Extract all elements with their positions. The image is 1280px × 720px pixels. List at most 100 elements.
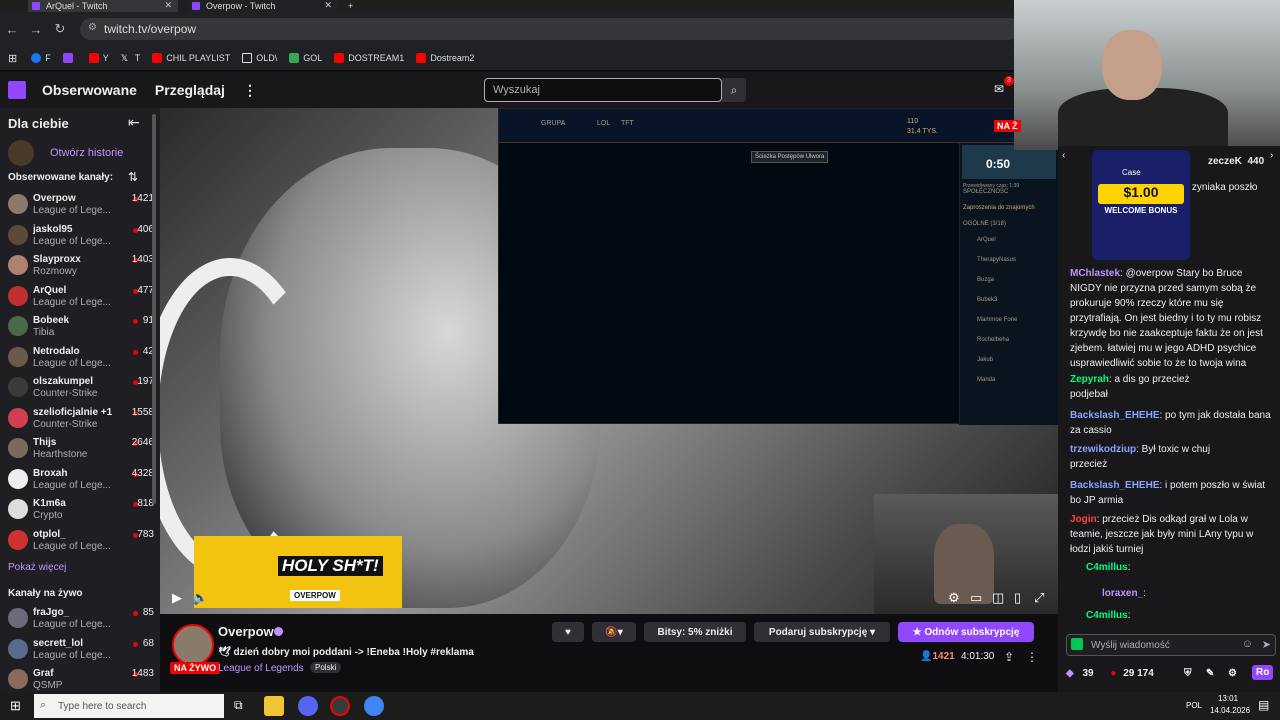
bookmark-y[interactable]: Y	[88, 53, 109, 63]
inbox-icon[interactable]: ✉	[994, 82, 1004, 96]
share-icon[interactable]: ⇪	[1004, 650, 1014, 664]
chat-send-button[interactable]: Ro	[1252, 665, 1274, 680]
new-tab-button[interactable]: +	[344, 0, 364, 12]
gear-icon[interactable]: ⚙	[1228, 668, 1237, 679]
search-icon: ⌕	[40, 699, 47, 711]
volume-icon[interactable]: 🔈	[192, 590, 208, 606]
chrome-icon[interactable]	[364, 696, 384, 716]
pen-icon[interactable]: ✎	[1206, 668, 1214, 679]
send-icon[interactable]: ➤	[1262, 638, 1271, 651]
chat-username[interactable]: loraxen_	[1102, 588, 1143, 599]
shield-icon[interactable]: ⛨	[1184, 668, 1192, 679]
bookmark-old[interactable]: OLD\	[242, 53, 277, 63]
taskbar-search-input[interactable]: ⌕ Type here to search	[34, 694, 224, 718]
sidebar-channel[interactable]: Thijs Hearthstone 2646	[8, 434, 154, 462]
channel-game: Counter-Strike	[33, 418, 98, 430]
windows-start-icon[interactable]: ⊞	[10, 698, 21, 714]
sidebar-channel[interactable]: fraJgo_ League of Lege... 85	[8, 604, 154, 632]
chat-username[interactable]: Jogin	[1070, 514, 1097, 525]
bits-discount-button[interactable]: Bitsy: 5% zniżki	[644, 622, 746, 642]
chat-username[interactable]: C4millus	[1086, 562, 1128, 573]
streamer-avatar[interactable]	[172, 624, 214, 666]
chat-username[interactable]: MChlastek	[1070, 268, 1120, 279]
apps-grid-icon[interactable]: ⊞	[8, 52, 17, 65]
bookmark-f[interactable]: F	[31, 53, 51, 63]
follow-heart-button[interactable]: ♥	[552, 622, 584, 642]
close-tab-icon[interactable]: ✕	[164, 0, 172, 11]
sidebar-scrollbar[interactable]	[152, 114, 156, 504]
clip-icon[interactable]: ◫	[992, 590, 1004, 606]
video-player[interactable]: GRUPA LOL TFT 110 31,4 TYS. Ścieżka Post…	[160, 108, 1058, 614]
browser-tab-arquel[interactable]: ArQuel - Twitch ✕	[28, 0, 178, 12]
chat-username[interactable]: trzewikodziup	[1070, 444, 1136, 455]
sidebar-channel[interactable]: olszakumpel Counter-Strike 197	[8, 373, 154, 401]
more-options-icon[interactable]: ⋮	[1026, 650, 1038, 664]
bookmark-dostream2[interactable]: Dostream2	[416, 53, 474, 63]
nav-following[interactable]: Obserwowane	[42, 82, 137, 98]
back-icon[interactable]: ←	[0, 22, 24, 37]
close-tab-icon[interactable]: ✕	[324, 0, 332, 11]
lol-rp: 31,4 TYS.	[907, 128, 939, 135]
tag-language[interactable]: Polski	[310, 662, 342, 673]
play-icon[interactable]: ▶	[172, 590, 182, 606]
sidebar-channel[interactable]: Bobeek Tibia 91	[8, 312, 154, 340]
sidebar-channel[interactable]: Slayproxx Rozmowy 1403	[8, 251, 154, 279]
sort-icon[interactable]: ⇅	[128, 170, 138, 184]
settings-icon[interactable]: ⚙	[948, 590, 960, 606]
sidebar-toggle-icon[interactable]: ▯	[1014, 590, 1021, 606]
gift-sub-button[interactable]: Podaruj subskrypcję ▾	[754, 622, 890, 642]
emote-icon[interactable]: ☺	[1242, 638, 1253, 650]
channel-points[interactable]: 29 174	[1123, 668, 1154, 679]
theatre-mode-icon[interactable]: ▭	[970, 590, 982, 606]
browser-tab-overpow[interactable]: Overpow - Twitch ✕	[188, 0, 338, 12]
forward-icon[interactable]: →	[24, 22, 48, 37]
bookmark-gol[interactable]: GOL	[289, 53, 322, 63]
bookmark-chil-playlist[interactable]: CHIL PLAYLIST	[152, 53, 230, 63]
twitch-logo-icon[interactable]	[8, 81, 26, 99]
url-field[interactable]: ⚙ twitch.tv/overpow	[80, 18, 1020, 40]
notifications-toggle[interactable]: 🔕▾	[592, 622, 636, 642]
sidebar-channel[interactable]: Overpow League of Lege... 1421	[8, 190, 154, 218]
chat-username[interactable]: Backslash_EHEHE	[1070, 410, 1160, 421]
sidebar-channel[interactable]: ArQuel League of Lege... 477	[8, 282, 154, 310]
stream-game-link[interactable]: League of Legends	[218, 663, 304, 674]
nav-browse[interactable]: Przeglądaj	[155, 82, 225, 98]
show-more-link[interactable]: Pokaż więcej	[8, 562, 66, 573]
search-input[interactable]: Wyszukaj	[484, 78, 722, 102]
sidebar-channel[interactable]: secrett_lol League of Lege... 68	[8, 635, 154, 663]
task-view-icon[interactable]: ⧉	[234, 698, 243, 713]
bookmark-twitch[interactable]	[62, 53, 77, 63]
chat-input[interactable]: Wyślij wiadomość ☺ ➤	[1066, 634, 1276, 656]
avatar	[8, 346, 28, 367]
discord-icon[interactable]	[298, 696, 318, 716]
promo-ad[interactable]: Case $1.00 WELCOME BONUS	[1092, 150, 1190, 260]
sidebar-channel[interactable]: szelioficjalnie +1 Counter-Strike 1558	[8, 404, 154, 432]
chat-username[interactable]: Backslash_EHEHE	[1070, 480, 1160, 491]
streamer-webcam-overlay	[1014, 0, 1280, 150]
chat-next-icon[interactable]: ›	[1270, 150, 1273, 161]
sidebar-channel[interactable]: Broxah League of Lege... 4328	[8, 465, 154, 493]
reload-icon[interactable]: ↻	[48, 21, 72, 37]
search-icon[interactable]: ⌕	[722, 78, 746, 102]
chat-username[interactable]: C4millus	[1086, 610, 1128, 621]
sidebar-channel[interactable]: Graf QSMP 1483	[8, 665, 154, 692]
sidebar-channel[interactable]: otplol_ League of Lege... 783	[8, 526, 154, 554]
chat-username[interactable]: Zepyrah	[1070, 374, 1109, 385]
site-info-icon[interactable]: ⚙	[88, 22, 97, 33]
sidebar-channel[interactable]: K1m6a Crypto 818	[8, 495, 154, 523]
obs-icon[interactable]	[330, 696, 350, 716]
chat-prev-icon[interactable]: ‹	[1062, 150, 1065, 161]
renew-sub-button[interactable]: ★ Odnów subskrypcję	[898, 622, 1034, 642]
file-explorer-icon[interactable]	[264, 696, 284, 716]
fullscreen-icon[interactable]: ⤢	[1034, 590, 1044, 606]
more-menu-icon[interactable]: ⋮	[243, 82, 257, 99]
sidebar-channel[interactable]: Netrodalo League of Lege... 42	[8, 343, 154, 371]
collapse-sidebar-icon[interactable]: ⇤	[128, 114, 140, 131]
open-history[interactable]: Otwórz historie	[8, 140, 123, 166]
streamer-name[interactable]: Overpow	[218, 624, 274, 639]
notification-center-icon[interactable]: ▤	[1258, 698, 1269, 712]
sidebar-channel[interactable]: jaskol95 League of Lege... 406	[8, 221, 154, 249]
language-indicator[interactable]: POL	[1186, 701, 1202, 710]
bookmark-t[interactable]: 𝕏T	[120, 53, 140, 63]
bookmark-dostream1[interactable]: DOSTREAM1	[334, 53, 404, 63]
